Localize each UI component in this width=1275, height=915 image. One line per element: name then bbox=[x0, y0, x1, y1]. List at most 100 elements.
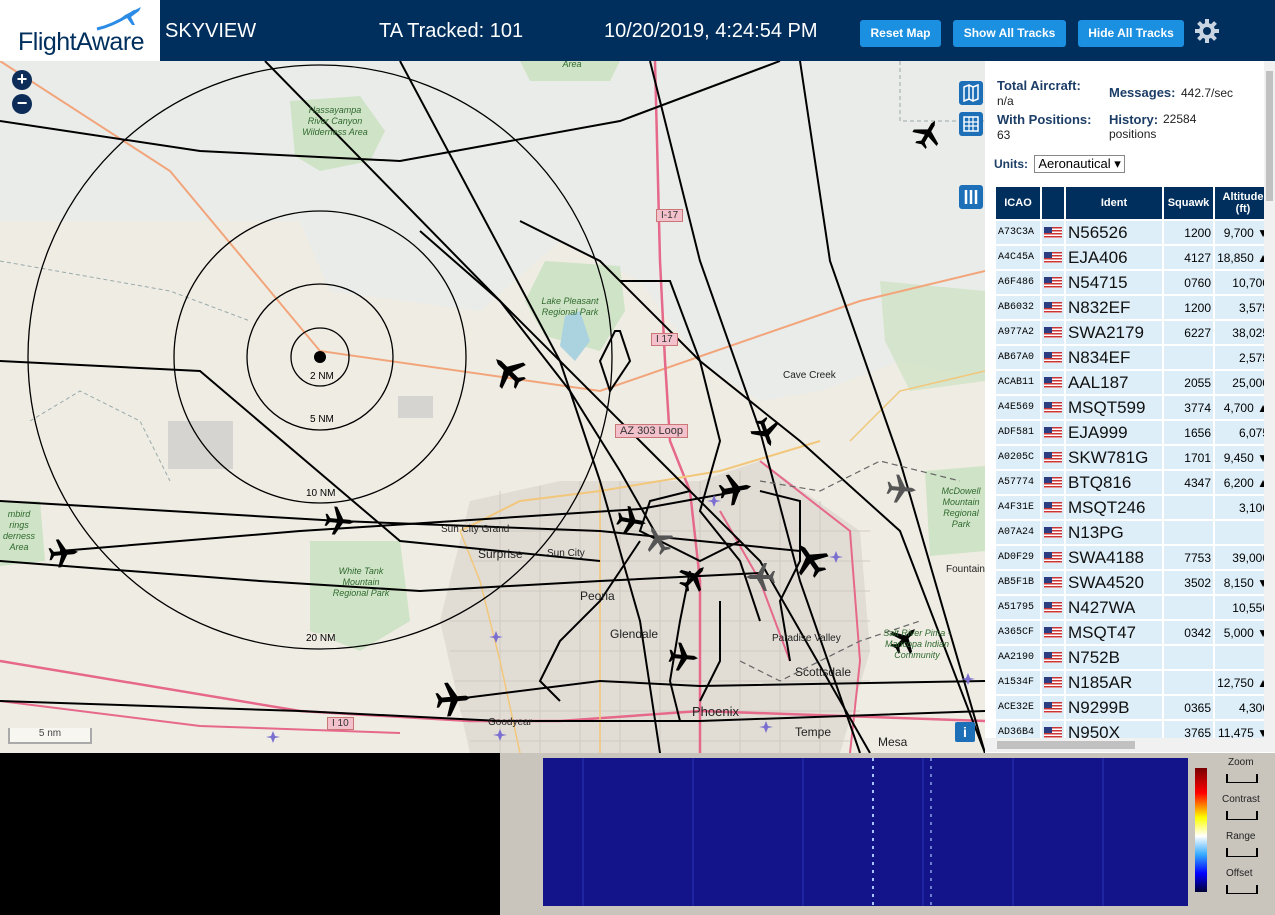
highway-shield: AZ 303 Loop bbox=[615, 424, 688, 438]
sidebar-horizontal-scrollbar[interactable] bbox=[985, 738, 1275, 752]
column-header-icao[interactable]: ICAO bbox=[996, 187, 1040, 219]
table-row[interactable]: ACE32E N9299B 0365 4,300 bbox=[996, 696, 1271, 719]
altitude-cell: 18,850 ▲ bbox=[1215, 246, 1271, 269]
gear-icon[interactable] bbox=[1194, 18, 1220, 44]
aircraft-icon[interactable] bbox=[786, 535, 835, 584]
aircraft-icon[interactable] bbox=[673, 557, 714, 598]
icao-cell: ACE32E bbox=[996, 696, 1040, 719]
aircraft-icon[interactable] bbox=[717, 471, 754, 508]
column-header-altitude[interactable]: Altitude (ft) bbox=[1215, 187, 1271, 219]
ident-cell: SWA4188 bbox=[1066, 546, 1162, 569]
map-canvas[interactable]: 2 NM 5 NM 10 NM 20 NM Cave Creek Sun Cit… bbox=[0, 61, 985, 753]
show-all-tracks-button[interactable]: Show All Tracks bbox=[953, 20, 1066, 47]
icao-cell: A51795 bbox=[996, 596, 1040, 619]
table-row[interactable]: A1534F N185AR 12,750 ▲ bbox=[996, 671, 1271, 694]
hide-all-tracks-button[interactable]: Hide All Tracks bbox=[1078, 20, 1184, 47]
table-row[interactable]: AA2190 N752B bbox=[996, 646, 1271, 669]
us-flag-icon bbox=[1044, 401, 1062, 413]
zoom-slider[interactable] bbox=[1226, 774, 1258, 783]
aircraft-icon[interactable] bbox=[434, 680, 473, 718]
ident-cell: BTQ816 bbox=[1066, 471, 1162, 494]
icao-cell: A57774 bbox=[996, 471, 1040, 494]
ident-cell: MSQT47 bbox=[1066, 621, 1162, 644]
zoom-in-button[interactable]: + bbox=[12, 70, 32, 90]
place-label: Paradise Valley bbox=[772, 633, 841, 644]
table-row[interactable]: A07A24 N13PG bbox=[996, 521, 1271, 544]
ident-cell: N834EF bbox=[1066, 346, 1162, 369]
table-row[interactable]: A977A2 SWA2179 6227 38,025 bbox=[996, 321, 1271, 344]
zoom-out-button[interactable]: − bbox=[12, 94, 32, 114]
range-control-label: Range bbox=[1226, 831, 1256, 842]
table-row[interactable]: AB5F1B SWA4520 3502 8,150 ▼ bbox=[996, 571, 1271, 594]
table-row[interactable]: A365CF MSQT47 0342 5,000 ▼ bbox=[996, 621, 1271, 644]
tracked-count: TA Tracked: 101 bbox=[379, 20, 524, 42]
contrast-slider[interactable] bbox=[1226, 811, 1258, 820]
spectrum-waterfall[interactable] bbox=[543, 758, 1188, 906]
icao-cell: A4F31E bbox=[996, 496, 1040, 519]
aircraft-icon[interactable] bbox=[667, 641, 700, 673]
ring-label-20nm: 20 NM bbox=[306, 633, 336, 644]
top-bar: FlightAware SKYVIEW TA Tracked: 101 10/2… bbox=[0, 0, 1275, 61]
aircraft-icon[interactable] bbox=[484, 347, 533, 396]
table-row[interactable]: A0205C SKW781G 1701 9,450 ▼ bbox=[996, 446, 1271, 469]
aircraft-icon[interactable] bbox=[323, 505, 356, 537]
column-header-ident[interactable]: Ident bbox=[1066, 187, 1162, 219]
flag-cell bbox=[1042, 271, 1064, 294]
table-row[interactable]: AB67A0 N834EF 2,575 bbox=[996, 346, 1271, 369]
flag-cell bbox=[1042, 571, 1064, 594]
ident-cell: N832EF bbox=[1066, 296, 1162, 319]
ident-cell: N185AR bbox=[1066, 671, 1162, 694]
aircraft-icon[interactable] bbox=[885, 473, 918, 505]
table-row[interactable]: A4C45A EJA406 4127 18,850 ▲ bbox=[996, 246, 1271, 269]
park-label: mbird rings derness Area bbox=[2, 509, 36, 552]
table-row[interactable]: A4E569 MSQT599 3774 4,700 ▲ bbox=[996, 396, 1271, 419]
table-row[interactable]: A4F31E MSQT246 3,100 bbox=[996, 496, 1271, 519]
offset-slider[interactable] bbox=[1226, 885, 1258, 894]
us-flag-icon bbox=[1044, 526, 1062, 538]
aircraft-icon[interactable] bbox=[908, 113, 948, 153]
sidebar-vertical-scrollbar[interactable] bbox=[1264, 61, 1275, 738]
highway-shield: I 10 bbox=[327, 717, 354, 730]
place-label: Scottsdale bbox=[795, 665, 852, 679]
aircraft-icon[interactable] bbox=[47, 537, 80, 569]
table-row[interactable]: AD0F29 SWA4188 7753 39,000 bbox=[996, 546, 1271, 569]
place-label: Peoria bbox=[580, 589, 615, 603]
column-header-flag[interactable] bbox=[1042, 187, 1064, 219]
map-layers-button[interactable] bbox=[959, 81, 983, 105]
units-select[interactable]: Aeronautical ▾ bbox=[1034, 155, 1125, 173]
squawk-cell bbox=[1164, 646, 1213, 669]
flag-cell bbox=[1042, 296, 1064, 319]
table-row[interactable]: ACAB11 AAL187 2055 25,000 bbox=[996, 371, 1271, 394]
table-row[interactable]: A51795 N427WA 10,550 bbox=[996, 596, 1271, 619]
flightaware-logo[interactable]: FlightAware bbox=[0, 0, 160, 61]
park-label: Lake Pleasant Regional Park bbox=[541, 296, 599, 317]
table-row[interactable]: AB6032 N832EF 1200 3,575 bbox=[996, 296, 1271, 319]
reset-map-button[interactable]: Reset Map bbox=[860, 20, 941, 47]
info-button[interactable]: i bbox=[955, 722, 975, 742]
altitude-cell: 38,025 bbox=[1215, 321, 1271, 344]
icao-cell: ADF581 bbox=[996, 421, 1040, 444]
columns-toggle-button[interactable] bbox=[959, 185, 983, 209]
with-positions-value: 63 bbox=[997, 128, 1011, 142]
aircraft-table: ICAO Ident Squawk Altitude (ft) A73C3A N5… bbox=[994, 185, 1273, 746]
us-flag-icon bbox=[1044, 351, 1062, 363]
aircraft-icon[interactable] bbox=[614, 504, 649, 538]
table-row[interactable]: A73C3A N56526 1200 9,700 ▼ bbox=[996, 221, 1271, 244]
squawk-cell: 6227 bbox=[1164, 321, 1213, 344]
table-row[interactable]: A57774 BTQ816 4347 6,200 ▲ bbox=[996, 471, 1271, 494]
place-label: Mesa bbox=[878, 735, 908, 749]
flag-cell bbox=[1042, 221, 1064, 244]
range-slider[interactable] bbox=[1226, 848, 1258, 857]
total-aircraft-value: n/a bbox=[997, 94, 1014, 108]
icao-cell: A4E569 bbox=[996, 396, 1040, 419]
table-row[interactable]: ADF581 EJA999 1656 6,075 bbox=[996, 421, 1271, 444]
us-flag-icon bbox=[1044, 676, 1062, 688]
ident-cell: N54715 bbox=[1066, 271, 1162, 294]
column-header-squawk[interactable]: Squawk bbox=[1164, 187, 1213, 219]
flag-cell bbox=[1042, 346, 1064, 369]
table-row[interactable]: A6F486 N54715 0760 10,700 bbox=[996, 271, 1271, 294]
aircraft-icon[interactable] bbox=[747, 414, 784, 451]
aircraft-icon[interactable] bbox=[746, 563, 775, 591]
grid-toggle-button[interactable] bbox=[959, 112, 983, 136]
aircraft-icon[interactable] bbox=[638, 519, 678, 559]
